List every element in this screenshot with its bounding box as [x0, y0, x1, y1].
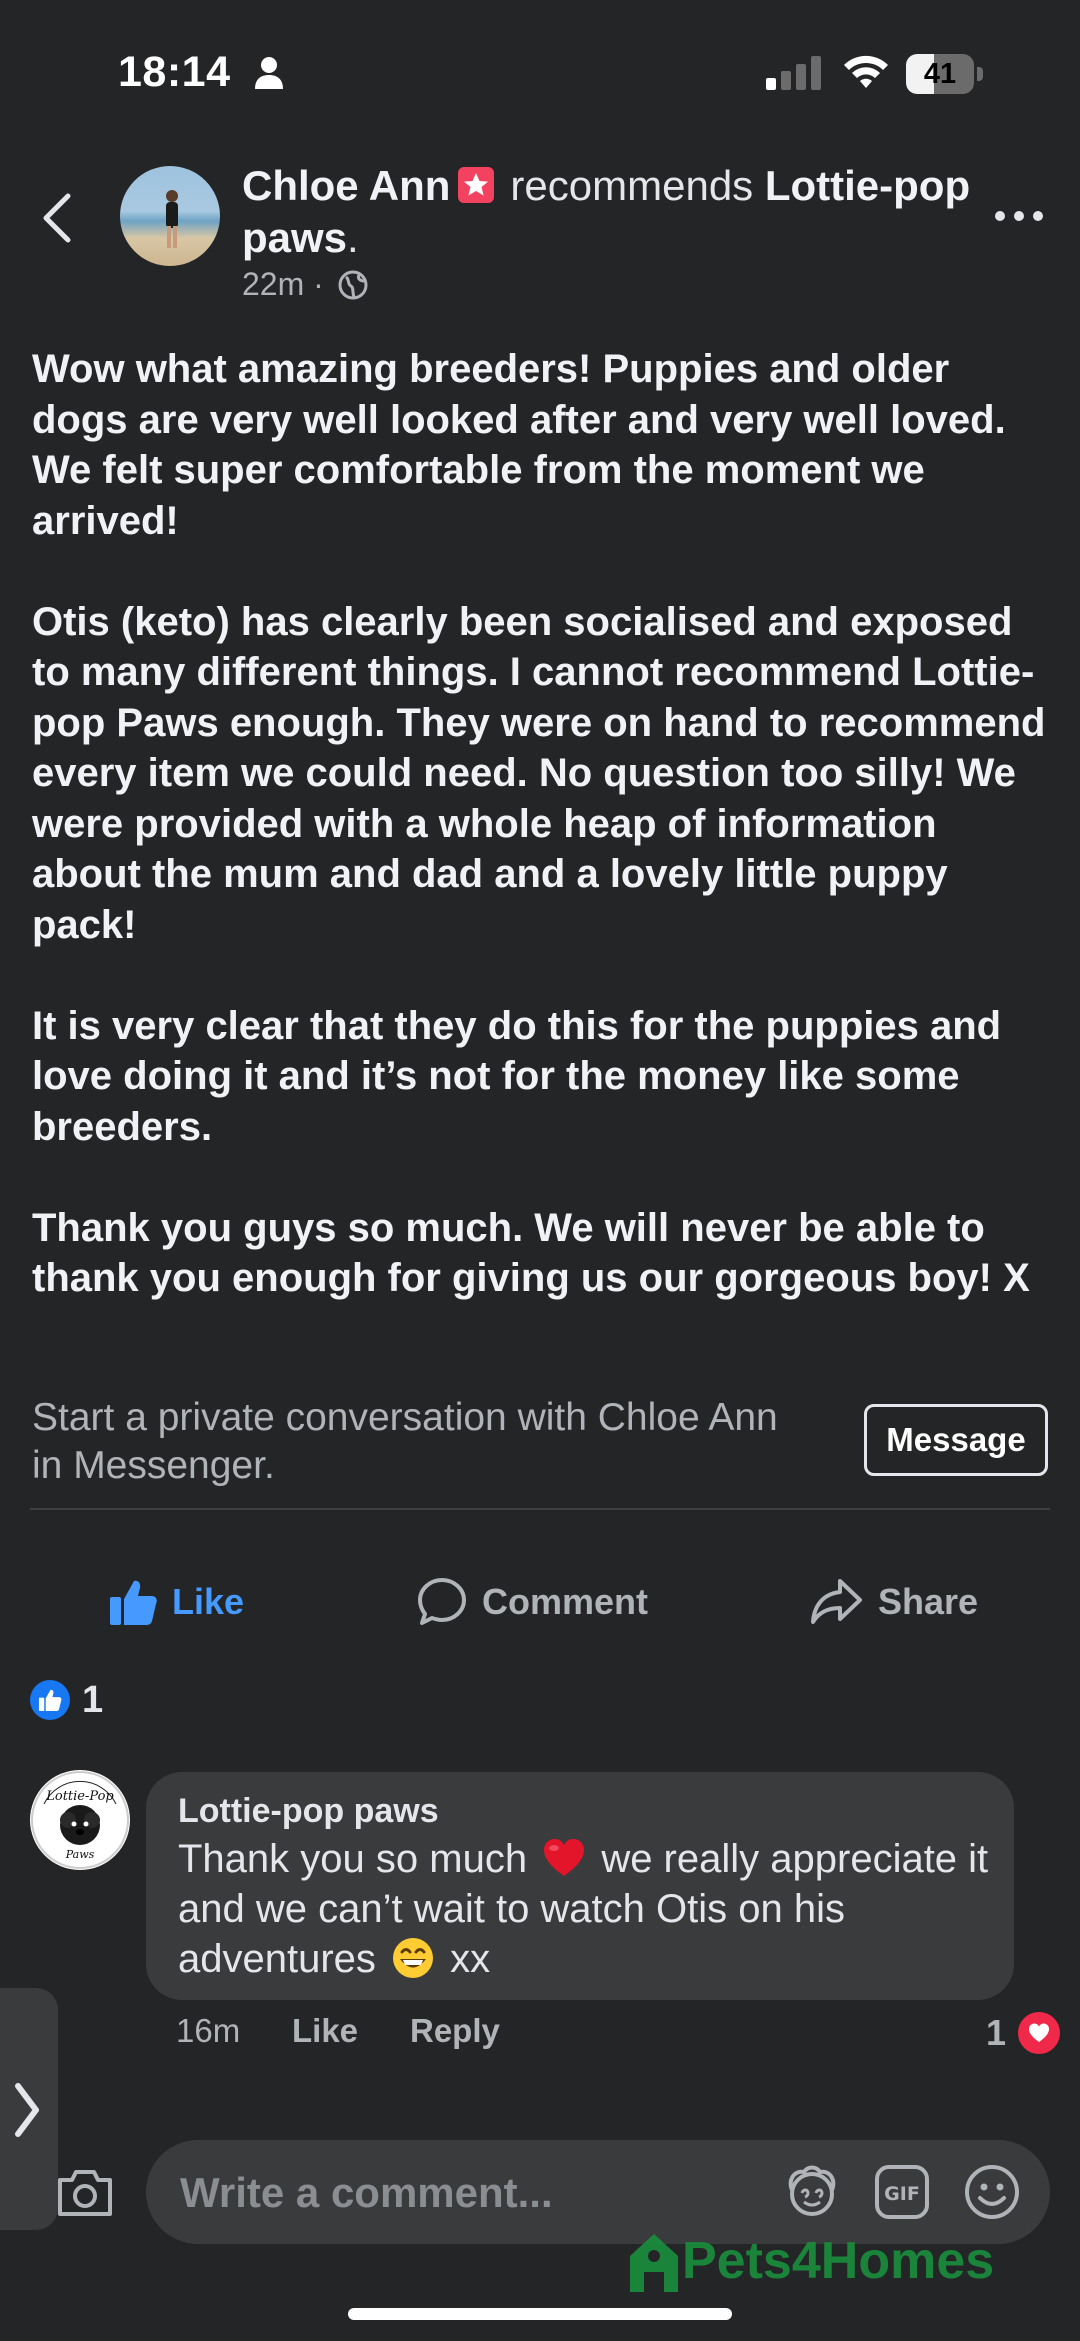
heart-emoji-icon	[544, 1839, 585, 1876]
globe-icon	[338, 270, 368, 300]
like-count: 1	[82, 1678, 104, 1721]
comment-label: Comment	[482, 1581, 649, 1622]
comment-text: Thank you so much we really appreciate i…	[178, 1834, 998, 1984]
avatar-logo-bottom: Paws	[65, 1848, 95, 1861]
message-button[interactable]: Message	[864, 1404, 1048, 1476]
comment-text-part: Thank you so much	[178, 1837, 528, 1881]
post-paragraph: It is very clear that they do this for t…	[32, 1003, 1002, 1149]
back-chevron-icon[interactable]	[38, 190, 78, 246]
grinning-emoji-icon	[393, 1938, 434, 1978]
status-time: 18:14	[118, 48, 231, 96]
comment-like-button[interactable]: Like	[292, 2012, 358, 2050]
wifi-icon	[844, 55, 888, 88]
divider	[30, 1508, 1050, 1510]
post-meta: 22m ·	[242, 266, 369, 303]
like-label: Like	[172, 1581, 245, 1622]
post-paragraph: Wow what amazing breeders! Puppies and o…	[32, 347, 1006, 543]
author-avatar[interactable]	[120, 166, 220, 266]
more-options-icon[interactable]	[992, 206, 1046, 226]
like-reaction-icon	[30, 1680, 70, 1720]
emoji-icon[interactable]	[962, 2162, 1022, 2222]
post-body: Wow what amazing breeders! Puppies and o…	[32, 344, 1052, 1304]
battery-percent: 41	[923, 58, 957, 90]
post-header: Chloe Ann recommends Lottie-pop paws.	[242, 160, 982, 264]
pets4homes-watermark: Pets4Homes	[626, 2226, 994, 2296]
comment-button[interactable]: Comment	[416, 1572, 648, 1632]
avatar-logo-top: Lottie-Pop	[45, 1789, 114, 1804]
cellular-signal-icon	[766, 56, 821, 90]
watermark-text: Pets4Homes	[682, 2232, 995, 2290]
comment-reaction-count: 1	[986, 2012, 1007, 2053]
header-suffix: .	[347, 214, 359, 261]
reaction-summary[interactable]: 1	[30, 1678, 104, 1721]
comment-reply-button[interactable]: Reply	[410, 2012, 500, 2050]
share-label: Share	[878, 1581, 979, 1622]
post-paragraph: Thank you guys so much. We will never be…	[32, 1205, 1030, 1301]
meta-separator: ·	[313, 266, 324, 302]
post-time: 22m	[242, 266, 305, 302]
comment-time: 16m	[176, 2012, 241, 2049]
home-indicator	[348, 2308, 732, 2320]
person-icon	[255, 57, 283, 89]
post-paragraph: Otis (keto) has clearly been socialised …	[32, 599, 1046, 947]
like-button[interactable]: Like	[108, 1572, 244, 1632]
star-badge-icon	[458, 167, 495, 203]
camera-icon[interactable]	[56, 2168, 114, 2218]
thumbs-up-icon	[110, 1580, 157, 1625]
comment-text-part: xx	[450, 1937, 491, 1981]
battery-icon: 41	[906, 54, 984, 94]
comment-input[interactable]	[178, 2166, 742, 2220]
pets4homes-logo-icon	[630, 2234, 678, 2292]
author-name[interactable]: Chloe Ann	[242, 162, 450, 209]
comment-reactions[interactable]: 1	[986, 2010, 1063, 2056]
avatar-sticker-icon[interactable]	[782, 2162, 842, 2222]
commenter-avatar[interactable]: Lottie-Pop Paws	[30, 1770, 130, 1870]
messenger-prompt: Start a private conversation with Chloe …	[32, 1396, 778, 1487]
recommends-verb: recommends	[510, 162, 754, 209]
share-arrow-icon	[811, 1579, 862, 1624]
svg-text:GIF: GIF	[884, 2183, 920, 2205]
gif-icon[interactable]: GIF	[872, 2162, 932, 2222]
comment-author[interactable]: Lottie-pop paws	[178, 1792, 439, 1831]
share-button[interactable]: Share	[810, 1572, 978, 1632]
chevron-right-icon	[15, 2083, 39, 2137]
comment-bubble-icon	[418, 1578, 466, 1625]
love-reaction-icon	[1016, 2010, 1063, 2056]
side-panel-handle[interactable]	[0, 1988, 58, 2230]
